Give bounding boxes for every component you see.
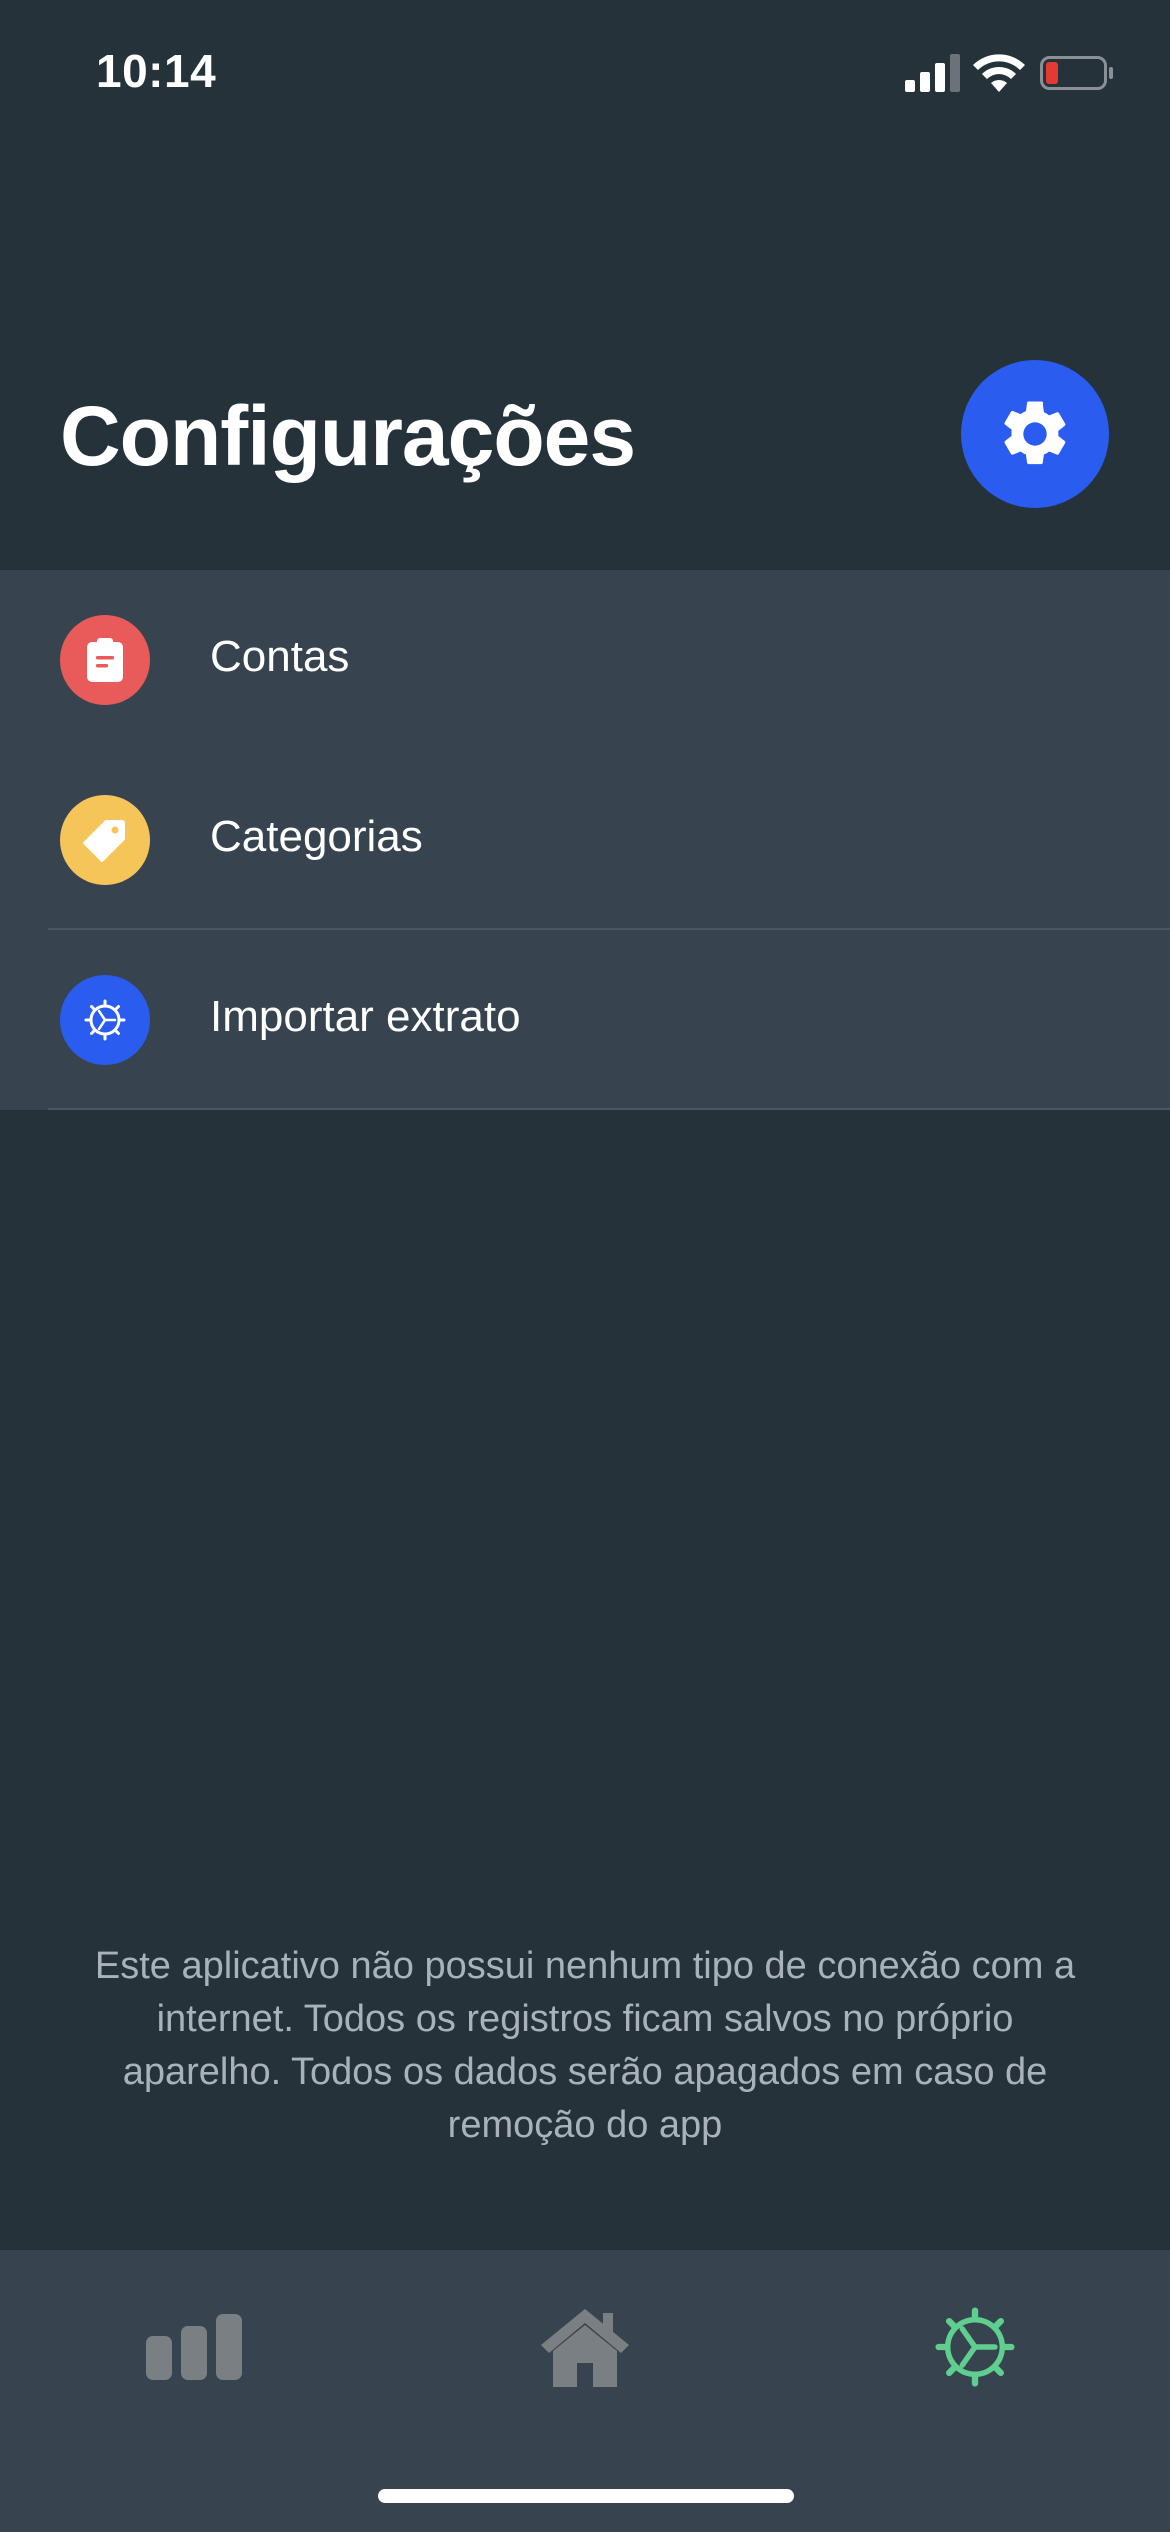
bar-chart-icon bbox=[146, 2314, 242, 2380]
tag-icon bbox=[60, 795, 150, 885]
page-title: Configurações bbox=[60, 389, 636, 483]
list-divider bbox=[48, 1108, 1170, 1110]
settings-item-label: Categorias bbox=[210, 812, 423, 861]
wifi-icon bbox=[973, 54, 1025, 92]
offline-disclaimer: Este aplicativo não possui nenhum tipo d… bbox=[94, 1945, 1076, 2146]
settings-gear-button[interactable] bbox=[961, 360, 1109, 508]
home-icon bbox=[541, 2309, 629, 2387]
tab-reports[interactable] bbox=[134, 2292, 254, 2402]
settings-item-categorias[interactable]: Categorias bbox=[0, 750, 1170, 930]
settings-screen: 10:14 Configurações Contas Categorias Im… bbox=[0, 0, 1170, 2532]
tab-home[interactable] bbox=[525, 2292, 645, 2402]
settings-gear-icon bbox=[935, 2307, 1015, 2387]
gear-icon bbox=[1004, 401, 1066, 465]
home-indicator[interactable] bbox=[378, 2489, 794, 2503]
tab-settings[interactable] bbox=[915, 2292, 1035, 2402]
settings-item-contas[interactable]: Contas bbox=[0, 570, 1170, 750]
clipboard-icon bbox=[60, 615, 150, 705]
import-gear-icon bbox=[60, 975, 150, 1065]
battery-low-icon bbox=[1040, 56, 1113, 90]
settings-item-label: Importar extrato bbox=[210, 992, 521, 1041]
settings-item-label: Contas bbox=[210, 632, 350, 681]
settings-list: Contas Categorias Importar extrato bbox=[0, 570, 1170, 1110]
settings-item-importar-extrato[interactable]: Importar extrato bbox=[0, 930, 1170, 1110]
cellular-signal-icon bbox=[905, 54, 960, 92]
status-time: 10:14 bbox=[96, 45, 217, 97]
